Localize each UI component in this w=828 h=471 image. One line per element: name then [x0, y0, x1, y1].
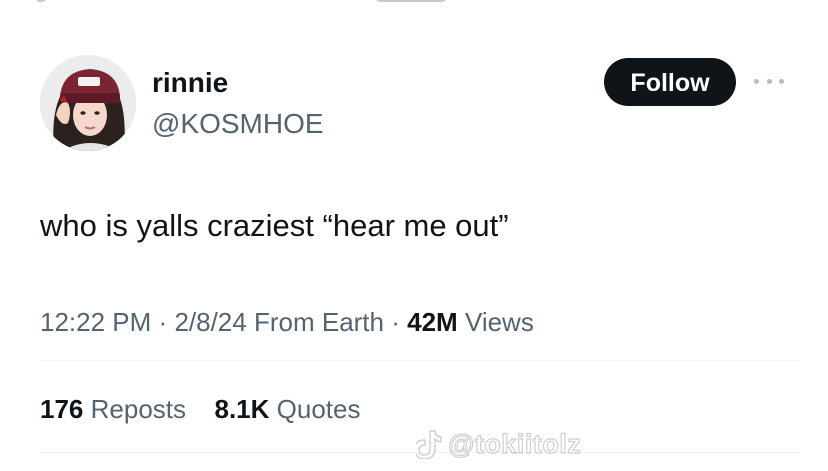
reposts-count: 176 [40, 394, 84, 424]
tiktok-icon [416, 430, 442, 459]
tweet-source: From Earth [253, 307, 384, 337]
tweet-meta: 12:22 PM · 2/8/24 From Earth · 42M Views [40, 305, 534, 339]
author-display-name[interactable]: rinnie [152, 66, 228, 100]
avatar[interactable] [40, 55, 136, 151]
tweet-text: who is yalls craziest “hear me out” [40, 208, 509, 243]
avatar-photo [40, 55, 136, 151]
tweet-date[interactable]: 2/8/24 [174, 307, 246, 337]
quotes-stat[interactable]: 8.1K Quotes [214, 394, 360, 424]
watermark-text: @tokiitolz [447, 428, 582, 459]
watermark: @tokiitolz [416, 424, 581, 464]
quotes-label: Quotes [276, 394, 361, 424]
tweet-screenshot: rinnie @KOSMHOE Follow who is yalls craz… [0, 0, 828, 471]
follow-button[interactable]: Follow [604, 58, 736, 106]
reposts-label: Reposts [90, 394, 187, 424]
quotes-count: 8.1K [214, 394, 270, 424]
cropped-previous-content [36, 0, 456, 4]
meta-separator: · [158, 307, 168, 337]
author-handle[interactable]: @KOSMHOE [152, 107, 324, 141]
views-label: Views [464, 307, 534, 337]
views-count: 42M [407, 307, 458, 337]
divider [40, 360, 800, 361]
meta-separator: · [391, 307, 400, 337]
reposts-stat[interactable]: 176 Reposts [40, 394, 193, 424]
tweet-time[interactable]: 12:22 PM [40, 307, 151, 337]
engagement-stats: 176 Reposts 8.1K Quotes [40, 392, 360, 426]
more-options-icon[interactable] [754, 72, 784, 90]
